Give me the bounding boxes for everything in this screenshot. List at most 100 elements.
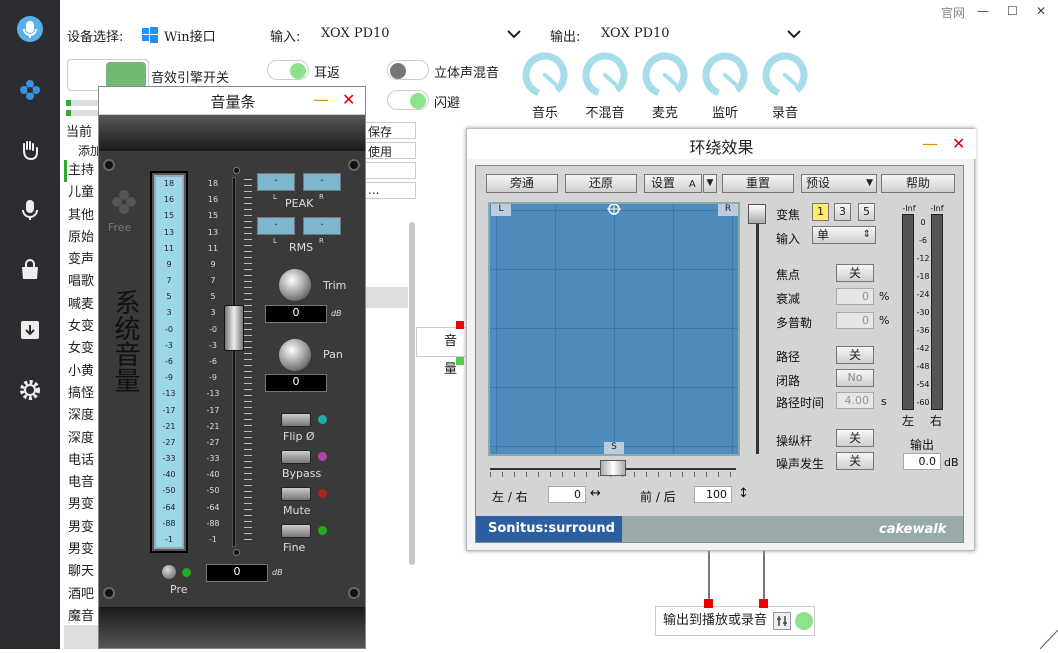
list-item[interactable]: 深度	[64, 428, 100, 450]
save-button[interactable]: 保存	[364, 122, 416, 139]
volume-window-close[interactable]: ✕	[342, 90, 355, 109]
surround-window-titlebar[interactable]: 环绕效果 — ✕	[467, 129, 976, 159]
list-item[interactable]: 主持	[64, 160, 100, 183]
lr-slider-handle[interactable]	[600, 460, 626, 476]
flash-toggle[interactable]	[387, 90, 429, 110]
list-item[interactable]: 喊麦	[64, 294, 100, 316]
list-item[interactable]: 其他	[64, 205, 100, 227]
knob-4[interactable]	[762, 52, 808, 98]
knob-2[interactable]	[642, 52, 688, 98]
knob-1[interactable]	[582, 52, 628, 98]
mic-app-icon[interactable]	[15, 14, 45, 44]
joystick-toggle[interactable]: 关	[836, 429, 874, 447]
volume-node[interactable]: 音量	[416, 327, 468, 377]
list-item[interactable]: 电话	[64, 450, 100, 472]
surround-speaker-icon[interactable]: S	[604, 442, 624, 454]
device-select[interactable]: Win接口	[164, 26, 216, 45]
help-button[interactable]: 帮助	[881, 174, 955, 193]
trim-knob[interactable]	[279, 269, 311, 301]
output-node-settings-icon[interactable]	[773, 612, 791, 630]
close-button[interactable]: ✕	[1036, 4, 1046, 18]
list-item[interactable]: 女变	[64, 338, 100, 360]
list-item[interactable]: 变声	[64, 249, 100, 271]
official-link[interactable]: 官网	[941, 4, 965, 21]
output-node-port-2[interactable]	[759, 599, 768, 608]
output-node[interactable]: 输出到播放或录音	[655, 606, 815, 636]
knob-0[interactable]	[522, 52, 568, 98]
reset-button[interactable]: 重置	[722, 174, 794, 193]
path-toggle[interactable]: 关	[836, 346, 874, 364]
resize-handle[interactable]	[1039, 629, 1058, 650]
path-time-value[interactable]: 4.00	[836, 392, 874, 409]
output-value[interactable]: 0.0	[903, 453, 941, 470]
list-item[interactable]: 儿童	[64, 182, 100, 204]
volume-node-in-port[interactable]	[456, 321, 464, 329]
minimize-button[interactable]: —	[977, 4, 989, 18]
gear-icon[interactable]	[15, 375, 45, 405]
zoom-3-button[interactable]: 3	[834, 203, 851, 221]
shopping-bag-icon[interactable]	[15, 255, 45, 285]
list-item[interactable]: 深度	[64, 405, 100, 427]
list-item[interactable]: 男变	[64, 539, 100, 561]
list-item[interactable]: 唱歌	[64, 271, 100, 293]
restore-button[interactable]: 还原	[565, 174, 637, 193]
maximize-button[interactable]: ☐	[1007, 4, 1018, 18]
listener-position-icon[interactable]	[604, 203, 624, 216]
list-item[interactable]: 原始	[64, 227, 100, 249]
scrollbar[interactable]	[409, 222, 415, 565]
output-select[interactable]: XOX PD10	[601, 26, 670, 41]
output-chevron-down-icon[interactable]	[786, 28, 802, 43]
fader-value[interactable]: 0	[206, 564, 268, 582]
download-icon[interactable]	[15, 315, 45, 345]
pre-button[interactable]	[162, 565, 176, 579]
microphone-icon[interactable]	[15, 195, 45, 225]
mute-button[interactable]	[281, 487, 311, 501]
knob-3[interactable]	[702, 52, 748, 98]
fine-button[interactable]	[281, 524, 311, 538]
lr-value[interactable]: 0	[548, 486, 586, 503]
settings-button[interactable]: 设置 A	[644, 174, 702, 193]
more-button[interactable]: ...	[364, 182, 416, 199]
surround-window-minimize[interactable]: —	[922, 134, 938, 153]
fader-handle[interactable]	[224, 305, 244, 351]
hand-wave-icon[interactable]	[15, 135, 45, 165]
attenuation-value[interactable]: 0	[836, 288, 874, 305]
list-item[interactable]: 男变	[64, 517, 100, 539]
flower-icon[interactable]	[15, 75, 45, 105]
earback-toggle[interactable]	[267, 60, 309, 80]
pan-knob[interactable]	[279, 339, 311, 371]
input-mode-select[interactable]: 单 ⇕	[812, 226, 876, 244]
volume-node-out-port[interactable]	[456, 357, 464, 365]
output-node-status-icon[interactable]	[795, 612, 813, 630]
list-item[interactable]: 电音	[64, 472, 100, 494]
volume-window-minimize[interactable]: —	[313, 90, 329, 109]
doppler-value[interactable]: 0	[836, 312, 874, 329]
input-chevron-down-icon[interactable]	[506, 28, 522, 43]
noise-toggle[interactable]: 关	[836, 452, 874, 470]
settings-dropdown-icon[interactable]: ▼	[703, 174, 717, 193]
zoom-1-button[interactable]: 1	[812, 203, 829, 221]
trim-value[interactable]: 0	[265, 305, 327, 323]
list-item[interactable]: 小黄	[64, 361, 100, 383]
surround-window-close[interactable]: ✕	[952, 134, 965, 153]
preset-button[interactable]: 预设 ▼	[801, 174, 877, 193]
loop-toggle[interactable]: No	[836, 369, 874, 387]
right-speaker-icon[interactable]: R	[718, 204, 738, 216]
blank-field[interactable]	[364, 162, 416, 179]
list-item[interactable]: 男变	[64, 494, 100, 516]
input-select[interactable]: XOX PD10	[321, 26, 390, 41]
bypass-button[interactable]	[281, 450, 311, 464]
front-back-slider-handle[interactable]	[748, 204, 766, 224]
list-item[interactable]: 女变	[64, 316, 100, 338]
flip-button[interactable]	[281, 413, 311, 427]
surround-grid[interactable]: L R S	[488, 202, 740, 456]
stereo-mix-toggle[interactable]	[387, 60, 429, 80]
pan-value[interactable]: 0	[265, 374, 327, 392]
list-item[interactable]: 聊天	[64, 561, 100, 583]
list-item[interactable]: 搞怪	[64, 383, 100, 405]
output-node-port-1[interactable]	[704, 599, 713, 608]
fb-value[interactable]: 100	[694, 486, 732, 503]
zoom-5-button[interactable]: 5	[858, 203, 875, 221]
volume-window-titlebar[interactable]: 音量条 — ✕	[99, 87, 365, 115]
focal-toggle[interactable]: 关	[836, 264, 874, 282]
